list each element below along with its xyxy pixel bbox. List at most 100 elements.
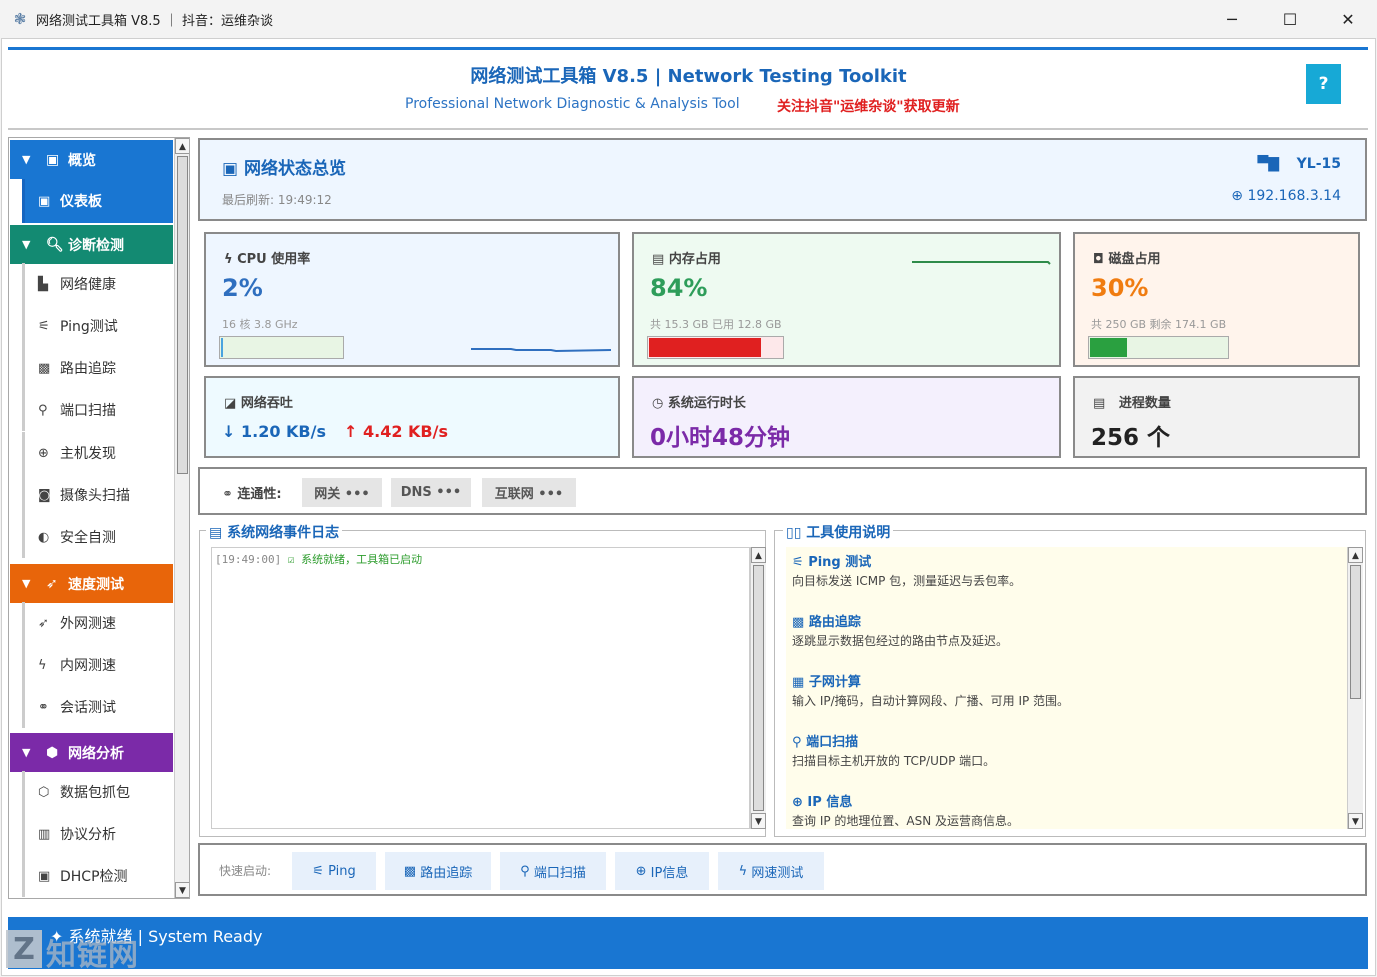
sidebar-item-protocol-analysis[interactable]: ▥ 协议分析 <box>22 813 173 855</box>
disk-usage-bar-fill <box>1090 338 1127 357</box>
sidebar-item-label: 内网测速 <box>60 658 116 674</box>
disk-icon: ◘ <box>1093 252 1109 267</box>
sidebar-item-security-check[interactable]: ◐ 安全自测 <box>22 516 173 558</box>
refresh-label: 最后刷新: <box>222 193 275 207</box>
sidebar: ▼ ▣ 概览 ▣ 仪表板 ▼ 🔍︎ 诊断检测 ▙ 网络健康 ⚟ Ping测试 ▩… <box>8 137 190 899</box>
memory-chip-icon: ▤ <box>652 252 669 267</box>
satellite-icon: ⚟ <box>312 863 329 879</box>
watermark-text: 知链网 <box>46 938 139 973</box>
log-line: [19:49:00] ☑ 系统就绪，工具箱已启动 <box>215 551 422 567</box>
sidebar-section-network-analysis[interactable]: ▼ ⬢ 网络分析 <box>10 733 173 772</box>
map-icon: ▩ <box>792 615 809 630</box>
event-log-textarea[interactable]: [19:49:00] ☑ 系统就绪，工具箱已启动 <box>211 547 750 829</box>
gateway-status[interactable]: 网关 ••• <box>302 478 382 507</box>
collapse-triangle-icon: ▼ <box>22 238 31 251</box>
internet-status[interactable]: 互联网 ••• <box>482 478 576 507</box>
lightning-icon: ϟ <box>224 252 238 267</box>
sidebar-scrollbar[interactable]: ▲ ▼ <box>174 138 189 898</box>
sidebar-section-label: 速度测试 <box>68 576 124 593</box>
log-message: 系统就绪，工具箱已启动 <box>301 553 423 566</box>
sidebar-section-diagnostics[interactable]: ▼ 🔍︎ 诊断检测 <box>10 225 173 264</box>
collapse-triangle-icon: ▼ <box>22 153 31 166</box>
map-icon: ▩ <box>38 360 51 376</box>
dhcp-icon: ▣ <box>38 868 51 884</box>
quick-ip-info-button[interactable]: ⊕ IP信息 <box>615 852 709 890</box>
guide-item-desc: 扫描目标主机开放的 TCP/UDP 端口。 <box>792 754 996 768</box>
maximize-button[interactable]: ☐ <box>1261 0 1319 38</box>
quick-launch-label: 快速启动: <box>219 864 272 878</box>
globe-icon: ⊕ <box>1231 188 1248 204</box>
scroll-thumb[interactable] <box>177 156 188 474</box>
sidebar-item-dashboard[interactable]: ▣ 仪表板 <box>22 179 173 223</box>
sidebar-item-label: 会话测试 <box>60 700 116 716</box>
window-title: 网络测试工具箱 V8.5 ｜ 抖音：运维杂谈 <box>36 13 273 29</box>
scroll-up-arrow-icon[interactable]: ▲ <box>1348 547 1363 563</box>
globe-icon: ⊕ <box>635 863 651 879</box>
rocket-icon: ➶ <box>46 575 58 592</box>
scroll-down-arrow-icon[interactable]: ▼ <box>751 813 766 829</box>
sidebar-section-speed-test[interactable]: ▼ ➶ 速度测试 <box>10 564 173 603</box>
cpu-sparkline <box>471 348 611 353</box>
process-label: ▤ 进程数量 <box>1093 396 1171 411</box>
sidebar-item-dhcp-check[interactable]: ▣ DHCP检测 <box>22 855 173 897</box>
computer-icon: ▀▇ <box>1257 156 1279 172</box>
uptime-card: ◷ 系统运行时长 0小时48分钟 <box>632 376 1061 458</box>
quick-port-scan-button[interactable]: ⚲ 端口扫描 <box>500 852 606 890</box>
app-header-title: 网络测试工具箱 V8.5 | Network Testing Toolkit <box>470 66 907 87</box>
calculator-icon: ▦ <box>792 675 809 690</box>
sidebar-item-wan-speed[interactable]: ➶ 外网测速 <box>22 602 173 644</box>
scroll-thumb[interactable] <box>1350 565 1361 699</box>
close-button[interactable]: ✕ <box>1319 0 1377 38</box>
monitor-icon: ▣ <box>222 159 244 179</box>
scroll-up-arrow-icon[interactable]: ▲ <box>751 547 766 563</box>
memory-detail: 共 15.3 GB 已用 12.8 GB <box>650 318 782 331</box>
connectivity-label: ⚭ 连通性: <box>222 487 282 502</box>
package-icon: ⬢ <box>46 744 59 761</box>
guide-item-title: 路由追踪 <box>808 615 861 630</box>
disk-usage-bar <box>1088 336 1229 359</box>
quick-ping-button[interactable]: ⚟ Ping <box>292 852 376 890</box>
scroll-up-arrow-icon[interactable]: ▲ <box>175 138 189 154</box>
quick-speed-test-button[interactable]: ϟ 网速测试 <box>718 852 824 890</box>
header-divider <box>8 128 1368 130</box>
link-icon: ⚭ <box>38 699 49 715</box>
sidebar-item-packet-capture[interactable]: ⬡ 数据包抓包 <box>22 771 173 813</box>
sidebar-item-camera-scan[interactable]: ◙ 摄像头扫描 <box>22 474 173 516</box>
sidebar-section-overview[interactable]: ▼ ▣ 概览 <box>10 140 173 179</box>
tool-guide-scrollbar[interactable]: ▲ ▼ <box>1347 547 1363 829</box>
disk-card: ◘ 磁盘占用 30% 共 250 GB 剩余 174.1 GB <box>1073 232 1360 367</box>
guide-item-title: Ping 测试 <box>808 555 872 570</box>
sidebar-item-traceroute[interactable]: ▩ 路由追踪 <box>22 347 173 389</box>
guide-item-desc: 查询 IP 的地理位置、ASN 及运营商信息。 <box>792 814 1020 828</box>
guide-item-desc: 向目标发送 ICMP 包，测量延迟与丢包率。 <box>792 574 1022 588</box>
minimize-button[interactable]: ─ <box>1203 0 1261 38</box>
sidebar-item-label: 路由追踪 <box>60 361 116 377</box>
event-log-scrollbar[interactable]: ▲ ▼ <box>750 547 766 829</box>
network-throughput-card: ◪ 网络吞吐 ↓ 1.20 KB/s ↑ 4.42 KB/s <box>204 376 620 458</box>
scroll-down-arrow-icon[interactable]: ▼ <box>175 882 189 898</box>
scroll-down-arrow-icon[interactable]: ▼ <box>1348 813 1363 829</box>
dns-status[interactable]: DNS ••• <box>391 478 471 507</box>
ip-address: ⊕ 192.168.3.14 <box>1231 188 1341 204</box>
sidebar-section-label: 诊断检测 <box>68 237 124 254</box>
help-button[interactable]: ? <box>1306 64 1341 104</box>
upload-speed: ↑ 4.42 KB/s <box>344 422 448 441</box>
link-icon: ⚭ <box>222 487 238 502</box>
sidebar-item-host-discovery[interactable]: ⊕ 主机发现 <box>22 432 173 474</box>
search-icon: 🔍︎ <box>46 236 64 253</box>
scroll-thumb[interactable] <box>753 565 764 811</box>
tool-guide-content: ⚟ Ping 测试 向目标发送 ICMP 包，测量延迟与丢包率。 ▩ 路由追踪 … <box>786 547 1347 829</box>
sidebar-item-network-health[interactable]: ▙ 网络健康 <box>22 263 173 305</box>
memory-label: ▤ 内存占用 <box>652 252 721 267</box>
cpu-usage-bar <box>219 336 344 359</box>
shield-icon: ◐ <box>38 529 50 545</box>
sidebar-item-port-scan[interactable]: ⚲ 端口扫描 <box>22 389 173 431</box>
memory-usage-bar-fill <box>649 338 761 357</box>
uptime-value: 0小时48分钟 <box>650 425 791 451</box>
sidebar-item-session-test[interactable]: ⚭ 会话测试 <box>22 686 173 728</box>
cpu-label: ϟ CPU 使用率 <box>224 252 311 267</box>
sidebar-item-lan-speed[interactable]: ϟ 内网测速 <box>22 644 173 686</box>
process-count-card: ▤ 进程数量 256 个 <box>1073 376 1360 458</box>
sidebar-item-ping[interactable]: ⚟ Ping测试 <box>22 305 173 347</box>
quick-traceroute-button[interactable]: ▩ 路由追踪 <box>385 852 491 890</box>
